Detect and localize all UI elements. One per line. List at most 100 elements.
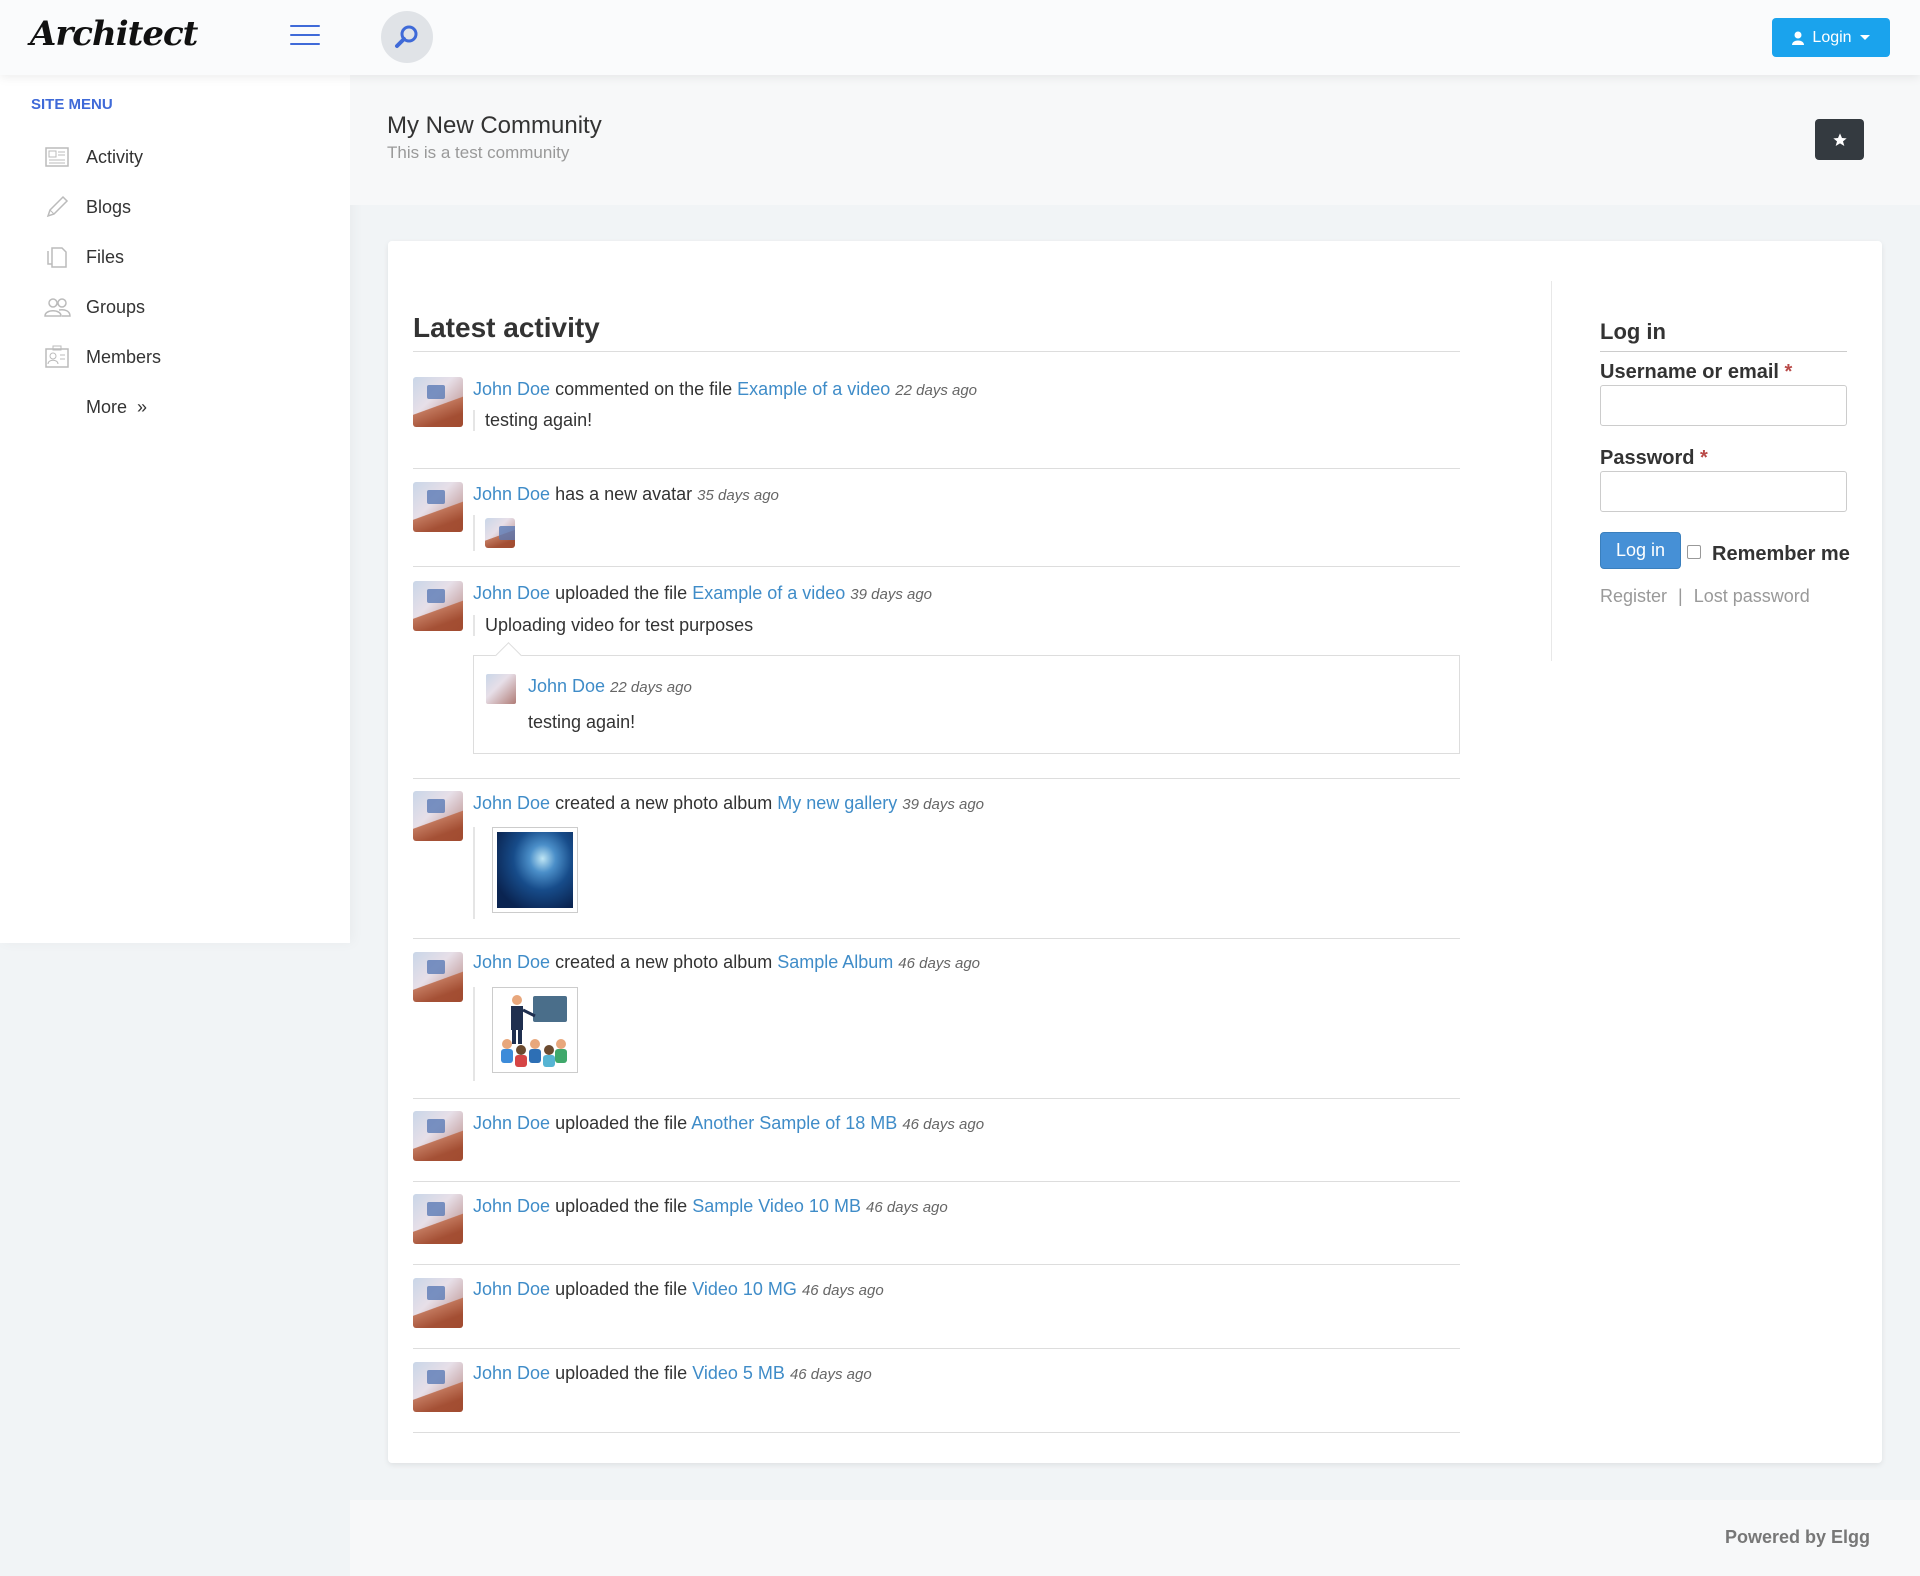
divider bbox=[413, 351, 1460, 352]
user-link[interactable]: John Doe bbox=[473, 1363, 550, 1383]
sidebar-item-files[interactable]: Files bbox=[42, 237, 322, 277]
user-link[interactable]: John Doe bbox=[473, 583, 550, 603]
wave-image bbox=[497, 832, 573, 908]
album-thumbnail[interactable] bbox=[492, 827, 578, 913]
password-label: Password * bbox=[1600, 447, 1708, 469]
timestamp: 35 days ago bbox=[697, 487, 779, 504]
user-link[interactable]: John Doe bbox=[473, 1113, 550, 1133]
footer: Powered by Elgg bbox=[350, 1500, 1920, 1576]
sidebar-item-activity[interactable]: Activity bbox=[42, 137, 322, 177]
target-link[interactable]: Video 5 MB bbox=[692, 1363, 785, 1383]
album-attachment bbox=[473, 827, 578, 919]
user-icon bbox=[1792, 31, 1805, 45]
activity-item: John Doe commented on the file Example o… bbox=[413, 377, 1460, 469]
page-subtitle: This is a test community bbox=[387, 143, 570, 162]
sidebar-item-label: Files bbox=[86, 246, 125, 267]
login-title: Log in bbox=[1600, 319, 1666, 344]
sidebar-item-label: Blogs bbox=[86, 196, 132, 217]
timestamp: 46 days ago bbox=[865, 1199, 948, 1216]
user-link[interactable]: John Doe bbox=[473, 379, 550, 399]
powered-by-link[interactable]: Powered by Elgg bbox=[1725, 1527, 1870, 1548]
required-mark: * bbox=[1700, 447, 1708, 469]
sidebar: SITE MENU Activity Blogs Files Groups Me… bbox=[0, 75, 350, 943]
avatar[interactable] bbox=[413, 377, 463, 427]
target-link[interactable]: Example of a video bbox=[737, 379, 890, 399]
avatar[interactable] bbox=[413, 952, 463, 1002]
activity-summary: John Doe uploaded the file Example of a … bbox=[473, 583, 933, 603]
target-link[interactable]: Video 10 MG bbox=[692, 1279, 797, 1299]
user-link[interactable]: John Doe bbox=[473, 1196, 550, 1216]
activity-item: John Doe uploaded the file Example of a … bbox=[413, 567, 1460, 779]
sidebar-item-blogs[interactable]: Blogs bbox=[42, 187, 322, 227]
logo[interactable]: Architect bbox=[30, 14, 198, 54]
activity-summary: John Doe uploaded the file Video 10 MG 4… bbox=[473, 1279, 884, 1299]
activity-message: Uploading video for test purposes bbox=[473, 615, 753, 636]
avatar[interactable] bbox=[413, 1111, 463, 1161]
timestamp: 46 days ago bbox=[789, 1366, 872, 1383]
password-field[interactable] bbox=[1600, 471, 1847, 512]
avatar[interactable] bbox=[413, 482, 463, 532]
target-link[interactable]: My new gallery bbox=[777, 793, 897, 813]
target-link[interactable]: Another Sample of 18 MB bbox=[691, 1113, 897, 1133]
divider bbox=[1600, 351, 1847, 352]
activity-message: testing again! bbox=[473, 410, 592, 431]
sidebar-item-members[interactable]: Members bbox=[42, 337, 322, 377]
hamburger-menu-icon[interactable] bbox=[290, 25, 320, 45]
activity-summary: John Doe created a new photo album My ne… bbox=[473, 793, 985, 813]
activity-item: John Doe uploaded the file Sample Video … bbox=[413, 1182, 1460, 1265]
remember-me-label: Remember me bbox=[1712, 543, 1850, 565]
timestamp: 46 days ago bbox=[902, 1116, 985, 1133]
target-link[interactable]: Example of a video bbox=[692, 583, 845, 603]
avatar[interactable] bbox=[413, 1278, 463, 1328]
activity-item: John Doe has a new avatar 35 days ago bbox=[413, 469, 1460, 567]
user-link[interactable]: John Doe bbox=[528, 676, 605, 696]
site-menu-title: SITE MENU bbox=[31, 96, 113, 113]
username-field[interactable] bbox=[1600, 385, 1847, 426]
remember-me-checkbox[interactable] bbox=[1687, 545, 1701, 559]
caret-down-icon bbox=[1859, 35, 1870, 40]
search-button[interactable] bbox=[381, 11, 433, 63]
avatar[interactable] bbox=[413, 791, 463, 841]
user-link[interactable]: John Doe bbox=[473, 484, 550, 504]
comment-avatar[interactable] bbox=[486, 674, 516, 704]
target-link[interactable]: Sample Video 10 MB bbox=[692, 1196, 861, 1216]
content-card: Latest activity John Doe commented on th… bbox=[388, 241, 1882, 1463]
avatar[interactable] bbox=[413, 1194, 463, 1244]
lost-password-link[interactable]: Lost password bbox=[1694, 586, 1810, 606]
login-submit-button[interactable]: Log in bbox=[1600, 532, 1681, 569]
register-link[interactable]: Register bbox=[1600, 586, 1667, 606]
activity-item: John Doe created a new photo album My ne… bbox=[413, 779, 1460, 939]
files-icon bbox=[42, 242, 72, 272]
favorite-button[interactable] bbox=[1815, 119, 1864, 160]
timestamp: 22 days ago bbox=[610, 679, 692, 696]
timestamp: 46 days ago bbox=[801, 1282, 884, 1299]
required-mark: * bbox=[1784, 361, 1793, 383]
activity-summary: John Doe uploaded the file Sample Video … bbox=[473, 1196, 948, 1216]
activity-summary: John Doe created a new photo album Sampl… bbox=[473, 952, 981, 972]
user-link[interactable]: John Doe bbox=[473, 1279, 550, 1299]
target-link[interactable]: Sample Album bbox=[777, 952, 893, 972]
login-dropdown-button[interactable]: Login bbox=[1772, 18, 1890, 57]
user-link[interactable]: John Doe bbox=[473, 952, 550, 972]
comment-header: John Doe 22 days ago bbox=[528, 676, 692, 697]
album-attachment bbox=[473, 987, 578, 1081]
comment: John Doe 22 days ago testing again! bbox=[473, 655, 1460, 754]
activity-icon bbox=[42, 142, 72, 172]
activity-item: John Doe created a new photo album Sampl… bbox=[413, 939, 1460, 1099]
username-label: Username or email * bbox=[1600, 361, 1793, 383]
new-avatar-thumbnail[interactable] bbox=[485, 518, 515, 548]
avatar[interactable] bbox=[413, 581, 463, 631]
activity-item: John Doe uploaded the file Video 10 MG 4… bbox=[413, 1265, 1460, 1349]
new-avatar-attachment bbox=[473, 515, 515, 551]
activity-summary: John Doe uploaded the file Video 5 MB 46… bbox=[473, 1363, 872, 1383]
teacher-image bbox=[497, 992, 573, 1068]
sidebar-item-label: Groups bbox=[86, 296, 146, 317]
latest-activity-title: Latest activity bbox=[413, 312, 600, 343]
activity-summary: John Doe has a new avatar 35 days ago bbox=[473, 484, 779, 504]
avatar[interactable] bbox=[413, 1362, 463, 1412]
activity-summary: John Doe uploaded the file Another Sampl… bbox=[473, 1113, 985, 1133]
sidebar-item-more[interactable]: More » bbox=[42, 387, 322, 427]
sidebar-item-groups[interactable]: Groups bbox=[42, 287, 322, 327]
user-link[interactable]: John Doe bbox=[473, 793, 550, 813]
album-thumbnail[interactable] bbox=[492, 987, 578, 1073]
